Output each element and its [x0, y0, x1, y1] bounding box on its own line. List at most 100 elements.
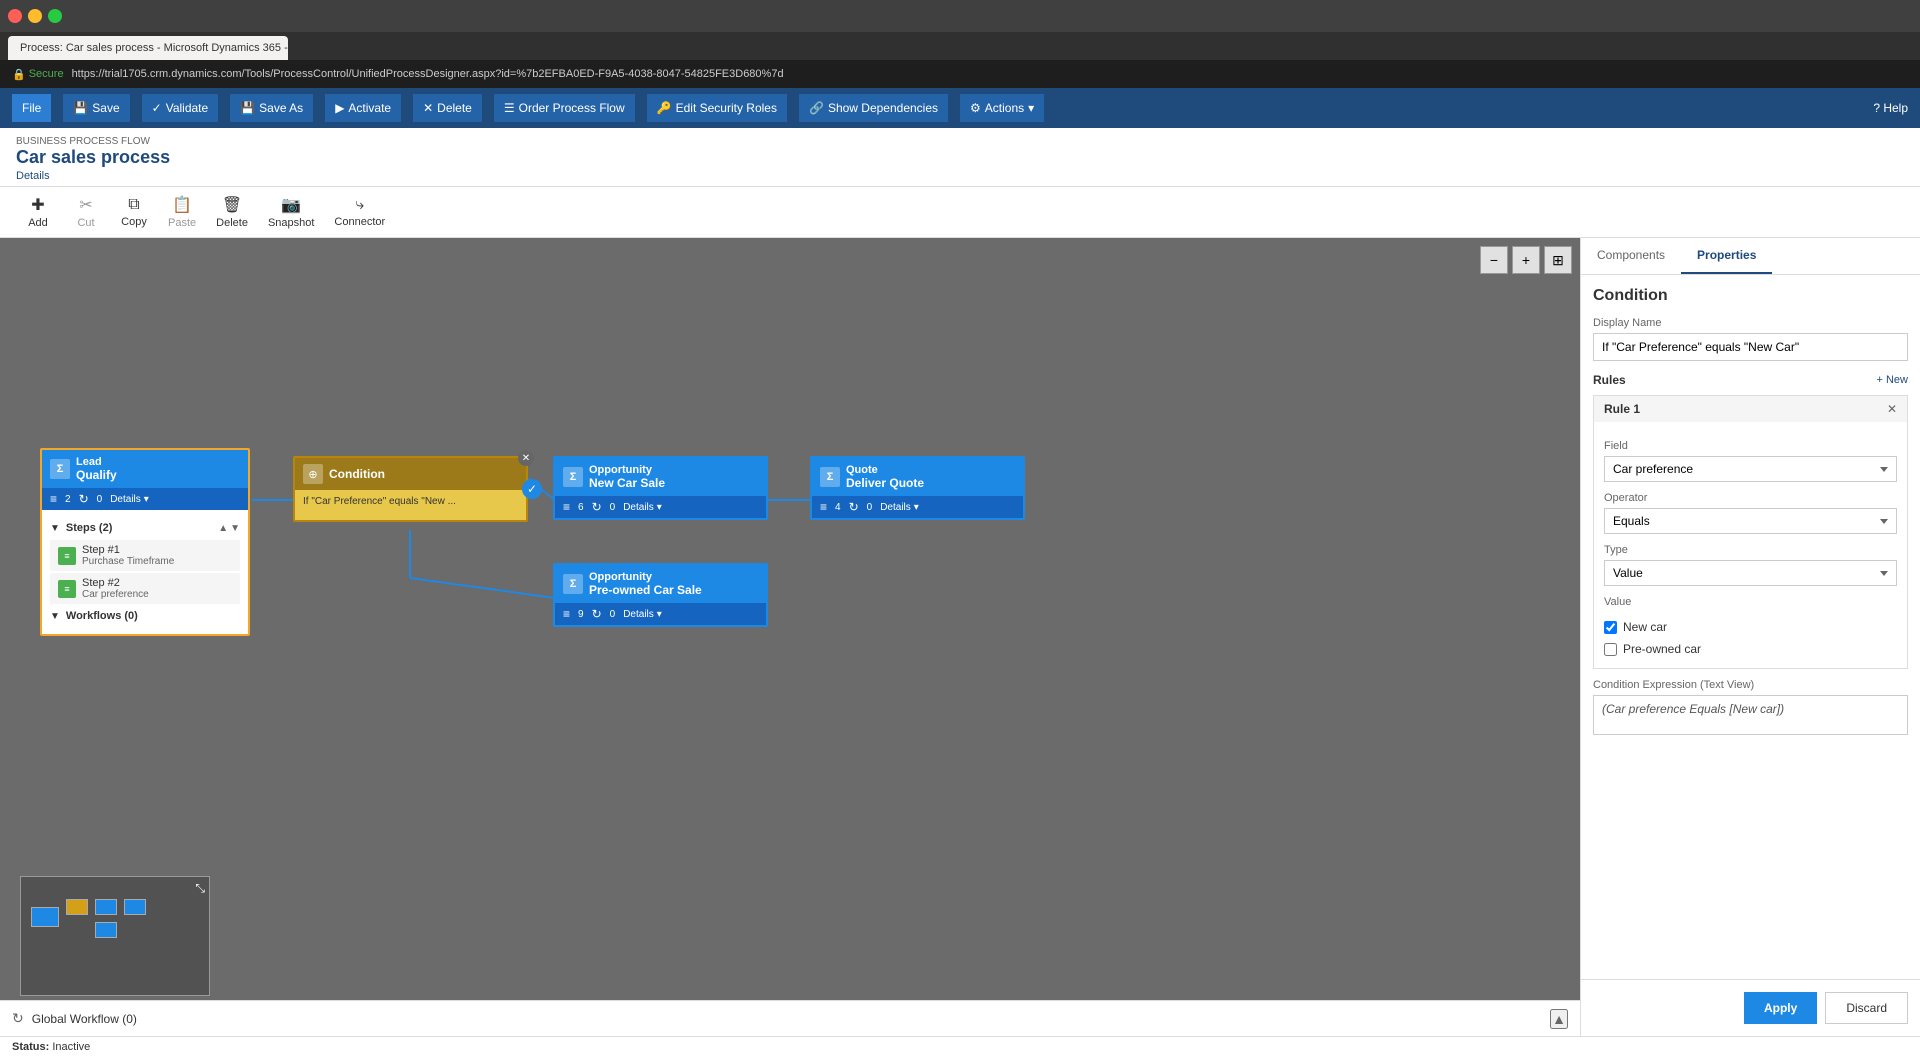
- rule-card-body: Field Car preference Operator Equals Typ…: [1594, 422, 1907, 668]
- address-bar: 🔒 Secure https://trial1705.crm.dynamics.…: [0, 60, 1920, 88]
- step-1-item[interactable]: ≡ Step #1 Purchase Timeframe: [50, 540, 240, 571]
- maximize-window-btn[interactable]: [48, 9, 62, 23]
- sort-controls[interactable]: ▲ ▼: [218, 523, 240, 534]
- lead-qualify-node[interactable]: Σ Lead Qualify ≡ 2 ↻ 0 Details ▾: [40, 448, 250, 636]
- panel-actions: Apply Discard: [1581, 979, 1920, 1036]
- type-select[interactable]: Value: [1604, 560, 1897, 586]
- workflows-count: 0: [97, 494, 103, 505]
- lead-details-btn[interactable]: Details ▾: [110, 494, 149, 505]
- app-header: File 💾 Save ✓ Validate 💾 Save As ▶ Activ…: [0, 88, 1920, 128]
- tab-properties[interactable]: Properties: [1681, 238, 1772, 274]
- opp-pre-header: Σ Opportunity Pre-owned Car Sale: [555, 565, 766, 603]
- quote-title: Quote Deliver Quote: [846, 464, 924, 490]
- paste-btn[interactable]: 📋 Paste: [160, 191, 204, 233]
- validate-btn[interactable]: ✓ Validate: [142, 94, 219, 122]
- opportunity-new-node[interactable]: Σ Opportunity New Car Sale ≡ 6 ↻ 0 Detai…: [553, 456, 768, 520]
- field-select-wrapper: Car preference: [1604, 456, 1897, 482]
- rule-card-header: Rule 1 ✕: [1594, 396, 1907, 422]
- show-deps-btn[interactable]: 🔗 Show Dependencies: [799, 94, 948, 122]
- validate-icon: ✓: [152, 101, 162, 115]
- tab-title: Process: Car sales process - Microsoft D…: [20, 42, 288, 54]
- gw-refresh-icon[interactable]: ↻: [12, 1010, 24, 1027]
- lead-node-header: Σ Lead Qualify: [42, 450, 248, 488]
- rule-card-1: Rule 1 ✕ Field Car preference Operator E…: [1593, 395, 1908, 669]
- rules-title: Rules: [1593, 373, 1626, 387]
- condition-close-btn[interactable]: ✕: [518, 450, 534, 466]
- validate-label: Validate: [166, 101, 208, 115]
- quote-footer: ≡ 4 ↻ 0 Details ▾: [812, 496, 1023, 518]
- delete-label: Delete: [437, 101, 472, 115]
- save-btn[interactable]: 💾 Save: [63, 94, 129, 122]
- new-rule-link[interactable]: + New: [1877, 374, 1909, 386]
- value-option-1[interactable]: New car: [1604, 616, 1897, 638]
- delete-toolbar-icon: 🗑: [222, 195, 242, 215]
- connector-btn[interactable]: ⤷ Connector: [326, 192, 393, 232]
- delete-toolbar-label: Delete: [216, 217, 248, 229]
- display-name-label: Display Name: [1593, 317, 1908, 329]
- minimize-window-btn[interactable]: [28, 9, 42, 23]
- step-2-item[interactable]: ≡ Step #2 Car preference: [50, 573, 240, 604]
- add-btn[interactable]: ✚ Add: [16, 191, 60, 233]
- snapshot-btn[interactable]: 📷 Snapshot: [260, 191, 322, 233]
- quote-details-btn[interactable]: Details ▾: [880, 502, 919, 513]
- delete-btn[interactable]: ✕ Delete: [413, 94, 482, 122]
- copy-btn[interactable]: ⧉ Copy: [112, 192, 156, 232]
- sort-down-btn[interactable]: ▼: [230, 523, 240, 534]
- activate-icon: ▶: [335, 101, 344, 115]
- rule-delete-btn[interactable]: ✕: [1887, 402, 1897, 416]
- type-select-wrapper: Value: [1604, 560, 1897, 586]
- minimap[interactable]: ⤡: [20, 876, 210, 996]
- browser-tab[interactable]: Process: Car sales process - Microsoft D…: [8, 36, 288, 60]
- opportunity-preowned-node[interactable]: Σ Opportunity Pre-owned Car Sale ≡ 9 ↻ 0…: [553, 563, 768, 627]
- opp-new-details-btn[interactable]: Details ▾: [623, 502, 662, 513]
- zoom-out-btn[interactable]: −: [1480, 246, 1508, 274]
- tab-components[interactable]: Components: [1581, 238, 1681, 274]
- actions-label: Actions: [985, 101, 1024, 115]
- save-as-btn[interactable]: 💾 Save As: [230, 94, 313, 122]
- field-select[interactable]: Car preference: [1604, 456, 1897, 482]
- edit-security-btn[interactable]: 🔑 Edit Security Roles: [647, 94, 787, 122]
- minimap-expand-btn[interactable]: ⤡: [195, 881, 205, 896]
- step-1-icon: ≡: [58, 547, 76, 565]
- edit-security-label: Edit Security Roles: [676, 101, 777, 115]
- opp-pre-title: Opportunity Pre-owned Car Sale: [589, 571, 702, 597]
- gw-label: Global Workflow (0): [32, 1012, 137, 1026]
- sort-up-btn[interactable]: ▲: [218, 523, 228, 534]
- fit-view-btn[interactable]: ⊞: [1544, 246, 1572, 274]
- actions-btn[interactable]: ⚙ Actions ▾: [960, 94, 1044, 122]
- value-checkbox-2[interactable]: [1604, 643, 1617, 656]
- secure-badge: 🔒 Secure: [12, 68, 64, 81]
- activate-btn[interactable]: ▶ Activate: [325, 94, 401, 122]
- file-menu-btn[interactable]: File: [12, 94, 51, 122]
- order-process-btn[interactable]: ☰ Order Process Flow: [494, 94, 635, 122]
- lead-node-footer: ≡ 2 ↻ 0 Details ▾: [42, 488, 248, 510]
- cut-label: Cut: [77, 217, 94, 229]
- steps-section-header: ▼ Steps (2) ▲ ▼: [50, 518, 240, 538]
- value-checkbox-1[interactable]: [1604, 621, 1617, 634]
- display-name-input[interactable]: [1593, 333, 1908, 361]
- close-window-btn[interactable]: [8, 9, 22, 23]
- condition-node[interactable]: ✕ ⊕ Condition If "Car Preference" equals…: [293, 456, 528, 522]
- apply-btn[interactable]: Apply: [1744, 992, 1817, 1024]
- quote-node[interactable]: Σ Quote Deliver Quote ≡ 4 ↻ 0 Details ▾: [810, 456, 1025, 520]
- canvas-area[interactable]: − + ⊞: [0, 238, 1580, 1036]
- save-label: Save: [92, 101, 119, 115]
- opp-pre-details-btn[interactable]: Details ▾: [623, 609, 662, 620]
- cut-btn[interactable]: ✂ Cut: [64, 191, 108, 233]
- step-2-text: Step #2 Car preference: [82, 577, 149, 600]
- gw-collapse-btn[interactable]: ▲: [1550, 1009, 1568, 1029]
- zoom-in-btn[interactable]: +: [1512, 246, 1540, 274]
- operator-select[interactable]: Equals: [1604, 508, 1897, 534]
- window-controls[interactable]: [8, 9, 62, 23]
- save-icon: 💾: [73, 101, 88, 115]
- condition-check: ✓: [522, 479, 542, 499]
- operator-select-wrapper: Equals: [1604, 508, 1897, 534]
- discard-btn[interactable]: Discard: [1825, 992, 1908, 1024]
- help-btn[interactable]: ? Help: [1873, 101, 1908, 115]
- opp-new-icon: Σ: [563, 467, 583, 487]
- right-panel: Components Properties Condition Display …: [1580, 238, 1920, 1036]
- details-link[interactable]: Details: [16, 170, 50, 182]
- zoom-out-icon: −: [1490, 252, 1498, 268]
- delete-toolbar-btn[interactable]: 🗑 Delete: [208, 191, 256, 233]
- value-option-2[interactable]: Pre-owned car: [1604, 638, 1897, 660]
